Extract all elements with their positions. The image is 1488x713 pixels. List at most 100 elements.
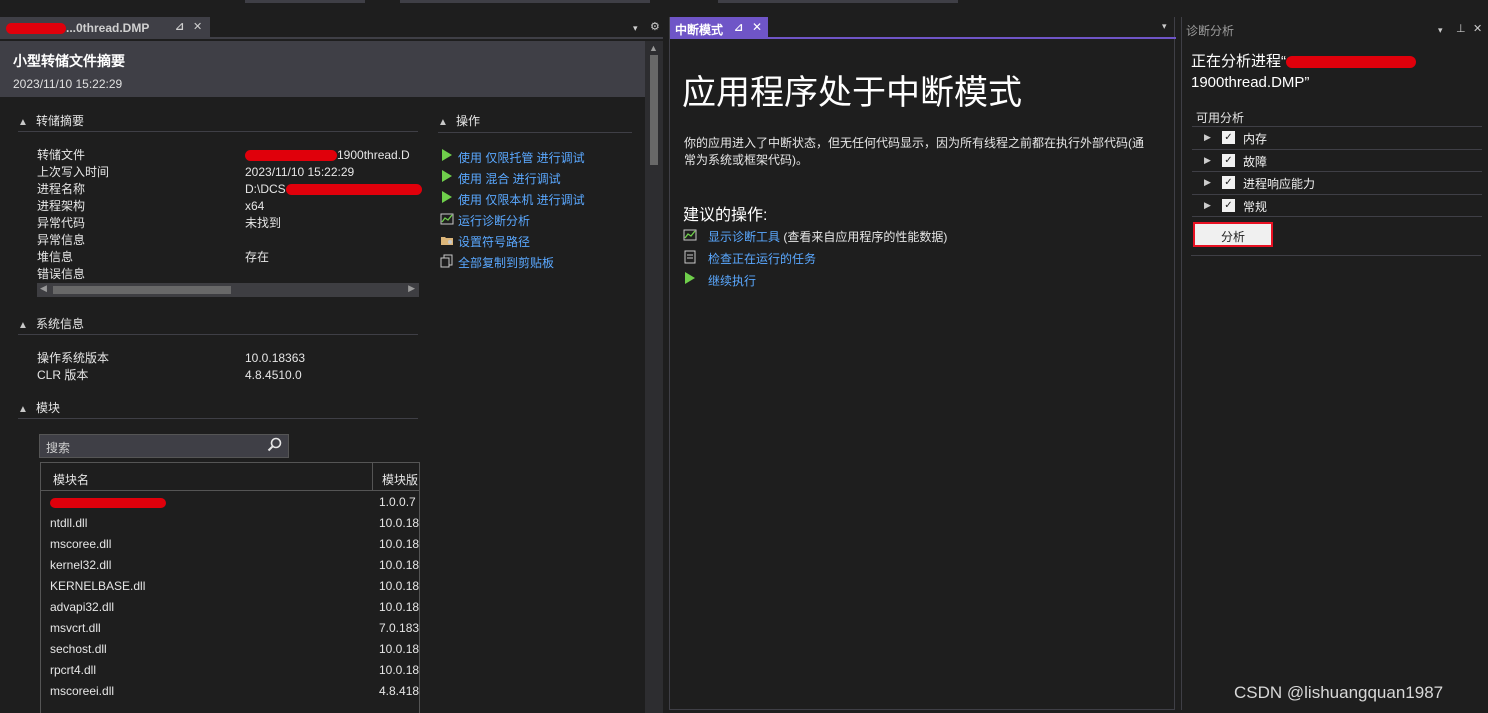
analysis-item-responsiveness[interactable]: ▶ ✓ 进程响应能力	[1192, 172, 1482, 195]
analyze-button[interactable]: 分析	[1193, 222, 1273, 247]
summary-value: 1900thread.D	[245, 147, 410, 164]
expand-caret-icon[interactable]: ▶	[1204, 200, 1211, 211]
run-diagnostics-link[interactable]: 运行诊断分析	[440, 212, 530, 229]
collapse-caret-icon[interactable]: ▲	[18, 404, 36, 415]
summary-key: 进程名称	[37, 182, 86, 196]
close-icon[interactable]: ✕	[1473, 22, 1482, 35]
chart-icon	[683, 228, 697, 242]
table-row[interactable]: mscoree.dll 10.0.18	[41, 535, 419, 556]
module-search-input[interactable]: 搜索	[39, 434, 289, 458]
summary-value: D:\DCS	[245, 181, 422, 198]
table-row[interactable]: advapi32.dll 10.0.18	[41, 598, 419, 619]
table-row[interactable]: rpcrt4.dll 10.0.18	[41, 661, 419, 682]
debug-native-only-link[interactable]: 使用 仅限本机 进行调试	[442, 191, 585, 208]
section-modules[interactable]: ▲ 模块	[18, 399, 418, 419]
search-icon[interactable]	[266, 436, 284, 454]
close-icon[interactable]: ✕	[193, 20, 202, 33]
actions-panel: ▲ 操作 使用 仅限托管 进行调试 使用 混合 进行调试 使用 仅限本机 进行调试…	[438, 109, 632, 270]
checkbox-memory[interactable]: ✓	[1222, 131, 1235, 144]
scroll-up-icon[interactable]: ▲	[649, 43, 658, 53]
scroll-thumb[interactable]	[650, 55, 658, 165]
module-version: 10.0.18	[379, 537, 420, 551]
collapse-caret-icon[interactable]: ▲	[438, 117, 456, 128]
section-system-info[interactable]: ▲ 系统信息	[18, 315, 418, 335]
table-row[interactable]: 1.0.0.7	[41, 493, 419, 514]
close-icon[interactable]: ✕	[752, 20, 762, 34]
analysis-item-memory[interactable]: ▶ ✓ 内存	[1192, 127, 1482, 150]
check-running-tasks-link[interactable]: 检查正在运行的任务	[684, 250, 816, 267]
module-name: sechost.dll	[50, 642, 107, 656]
column-header-module-version[interactable]: 模块版	[382, 471, 418, 488]
set-symbol-path-link[interactable]: 设置符号路径	[441, 233, 530, 250]
checkbox-fault[interactable]: ✓	[1222, 153, 1235, 167]
process-name-value: D:\DCS	[245, 182, 286, 196]
expand-caret-icon[interactable]: ▶	[1204, 177, 1211, 188]
system-value: 4.8.4510.0	[245, 368, 302, 382]
action-label: 显示诊断工具	[708, 230, 781, 244]
module-name: KERNELBASE.dll	[50, 579, 146, 593]
expand-caret-icon[interactable]: ▶	[1204, 132, 1211, 143]
watermark: CSDN @lishuangquan1987	[1234, 683, 1444, 702]
summary-value: 2023/11/10 15:22:29	[245, 165, 355, 179]
debug-mixed-link[interactable]: 使用 混合 进行调试	[442, 170, 561, 187]
divider	[1191, 255, 1481, 256]
page-title: 小型转储文件摘要	[13, 53, 125, 69]
copy-icon	[440, 254, 454, 268]
column-header-module-name[interactable]: 模块名	[53, 471, 89, 488]
tab-list-dropdown-icon[interactable]: ▾	[633, 23, 638, 34]
analyzing-suffix: 1900thread.DMP”	[1191, 74, 1310, 91]
expand-caret-icon[interactable]: ▶	[1204, 155, 1211, 166]
action-label: 全部复制到剪贴板	[458, 256, 555, 270]
module-version: 10.0.18	[379, 600, 420, 614]
copy-all-link[interactable]: 全部复制到剪贴板	[440, 254, 555, 271]
checkbox-general[interactable]: ✓	[1222, 198, 1235, 212]
table-row[interactable]: ntdll.dll 10.0.18	[41, 514, 419, 535]
analysis-item-general[interactable]: ▶ ✓ 常规	[1192, 195, 1482, 217]
horizontal-scrollbar[interactable]: ◀ ▶	[37, 283, 419, 297]
summary-key: 转储文件	[37, 148, 86, 162]
collapse-caret-icon[interactable]: ▲	[18, 320, 36, 331]
pin-icon[interactable]: ⊥	[1456, 22, 1466, 35]
vertical-scrollbar[interactable]: ▲ ▼	[645, 41, 663, 713]
module-name: mscoree.dll	[50, 537, 112, 551]
gear-icon[interactable]: ⚙	[650, 20, 660, 33]
top-strip-segment	[718, 0, 958, 3]
table-row[interactable]: sechost.dll 10.0.18	[41, 640, 419, 661]
section-dump-summary[interactable]: ▲ 转储摘要	[18, 112, 418, 132]
analysis-label: 内存	[1243, 132, 1268, 146]
section-actions[interactable]: ▲ 操作	[438, 109, 632, 133]
column-divider[interactable]	[372, 463, 373, 491]
analysis-label: 故障	[1243, 154, 1268, 169]
tab-break-mode[interactable]: 中断模式 ⊿ ✕	[670, 17, 768, 39]
table-row[interactable]: msvcrt.dll 7.0.183	[41, 619, 419, 640]
module-name: msvcrt.dll	[50, 621, 101, 635]
debug-managed-only-link[interactable]: 使用 仅限托管 进行调试	[442, 149, 585, 166]
scroll-right-icon[interactable]: ▶	[408, 283, 415, 294]
checkbox-responsiveness[interactable]: ✓	[1222, 176, 1235, 189]
scroll-thumb[interactable]	[53, 286, 231, 294]
module-name: rpcrt4.dll	[50, 663, 97, 677]
pin-icon[interactable]: ⊿	[175, 20, 184, 33]
tab-dump-file[interactable]: ...0thread.DMP ⊿ ✕	[0, 17, 210, 39]
summary-key: 上次写入时间	[37, 165, 110, 179]
pin-icon[interactable]: ⊿	[734, 21, 743, 34]
scroll-left-icon[interactable]: ◀	[40, 283, 47, 294]
system-key: 操作系统版本	[37, 351, 110, 365]
show-diagnostic-tools-link[interactable]: 显示诊断工具 (查看来自应用程序的性能数据)	[683, 228, 948, 245]
pane-menu-dropdown-icon[interactable]: ▾	[1438, 25, 1443, 36]
action-hint: (查看来自应用程序的性能数据)	[780, 230, 948, 244]
break-mode-pane: 中断模式 ⊿ ✕ ▾ 应用程序处于中断模式 你的应用进入了中断状态，但无任何代码…	[669, 17, 1176, 710]
redacted-mark	[1286, 56, 1416, 69]
continue-link[interactable]: 继续执行	[685, 272, 756, 289]
top-strip	[0, 0, 1488, 17]
table-row[interactable]: KERNELBASE.dll 10.0.18	[41, 577, 419, 598]
table-row[interactable]: mscoreei.dll 4.8.418	[41, 682, 419, 703]
collapse-caret-icon[interactable]: ▲	[18, 117, 36, 128]
tab-break-mode-label: 中断模式	[675, 23, 724, 37]
table-row[interactable]: kernel32.dll 10.0.18	[41, 556, 419, 577]
tab-list-dropdown-icon[interactable]: ▾	[1162, 21, 1167, 32]
search-placeholder: 搜索	[46, 441, 71, 455]
suggested-actions-title: 建议的操作:	[683, 207, 768, 224]
analysis-item-fault[interactable]: ▶ ✓ 故障	[1192, 150, 1482, 172]
available-analysis-header: 可用分析	[1192, 106, 1482, 127]
